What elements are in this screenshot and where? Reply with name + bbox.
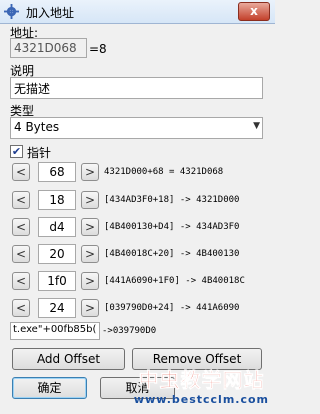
offset-input[interactable]: 20	[38, 244, 76, 264]
window-title: 加入地址	[26, 6, 75, 20]
offset-decrease-button[interactable]: <	[12, 218, 30, 236]
chevron-down-icon: ▼	[253, 121, 260, 131]
pointer-checkbox[interactable]: ✔	[10, 145, 23, 158]
offset-result: [4B40018C+20] -> 4B400130	[104, 249, 240, 259]
base-address-input[interactable]: t.exe"+00fb85b(	[10, 322, 100, 340]
gear-icon	[4, 4, 19, 19]
type-value: 4 Bytes	[14, 120, 60, 134]
close-button[interactable]: x	[238, 2, 270, 21]
offset-increase-button[interactable]: >	[81, 163, 99, 181]
offset-decrease-button[interactable]: <	[12, 163, 30, 181]
offset-input[interactable]: 1f0	[38, 271, 76, 291]
offset-input[interactable]: 68	[38, 162, 76, 182]
offset-result: [441A6090+1F0] -> 4B40018C	[104, 276, 245, 286]
site-watermark: 中虫教学网站 www.bestcclm.com	[134, 364, 269, 406]
type-dropdown[interactable]: 4 Bytes ▼	[10, 117, 263, 139]
offset-increase-button[interactable]: >	[81, 299, 99, 317]
title-bar: 加入地址 x	[0, 0, 275, 24]
offset-decrease-button[interactable]: <	[12, 245, 30, 263]
watermark-url: www.bestcclm.com	[133, 393, 269, 406]
address-field[interactable]: 4321D068	[10, 38, 87, 58]
address-size-label: =8	[89, 42, 107, 56]
offset-input[interactable]: 24	[38, 298, 76, 318]
offset-decrease-button[interactable]: <	[12, 272, 30, 290]
add-offset-button[interactable]: Add Offset	[12, 348, 125, 370]
offset-decrease-button[interactable]: <	[12, 299, 30, 317]
offset-input[interactable]: d4	[38, 217, 76, 237]
description-field[interactable]: 无描述	[10, 77, 263, 99]
pointer-label: 指针	[27, 146, 52, 160]
offset-increase-button[interactable]: >	[81, 245, 99, 263]
offset-decrease-button[interactable]: <	[12, 191, 30, 209]
ok-button[interactable]: 确定	[12, 377, 87, 399]
offset-increase-button[interactable]: >	[81, 272, 99, 290]
base-address-result: ->039790D0	[102, 326, 157, 336]
offset-input[interactable]: 18	[38, 190, 76, 210]
offset-result: [4B400130+D4] -> 434AD3F0	[104, 222, 240, 232]
offset-increase-button[interactable]: >	[81, 218, 99, 236]
offset-result: [434AD3F0+18] -> 4321D000	[104, 195, 240, 205]
watermark-title: 中虫教学网站	[138, 368, 265, 393]
offset-result: [039790D0+24] -> 441A6090	[104, 303, 240, 313]
offset-increase-button[interactable]: >	[81, 191, 99, 209]
offset-result: 4321D000+68 = 4321D068	[104, 167, 224, 177]
